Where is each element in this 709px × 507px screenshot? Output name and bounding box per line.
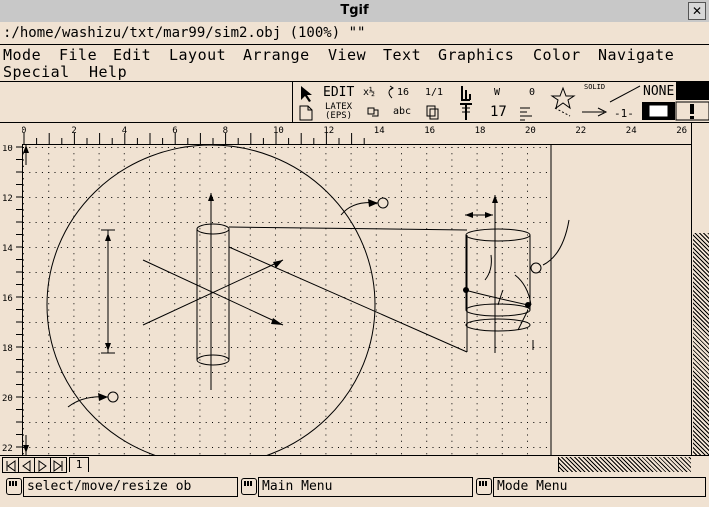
menu-bar: Mode File Edit Layout Arrange View Text … bbox=[0, 45, 709, 82]
width-label[interactable]: W bbox=[494, 87, 500, 98]
menu-file[interactable]: File bbox=[59, 46, 97, 64]
page-bar: 1 bbox=[0, 455, 709, 475]
solid-label[interactable]: SOLID bbox=[584, 83, 605, 91]
force-arrow-1[interactable] bbox=[464, 289, 529, 306]
h-ruler-tick-label: 24 bbox=[626, 126, 637, 136]
justify-icon[interactable] bbox=[520, 107, 532, 121]
tool-bar: EDIT x½ 16 1/1 LATEX (EPS) abc W 17 0 SO… bbox=[0, 82, 709, 123]
h-ruler-tick-label: 16 bbox=[424, 126, 435, 136]
arrow-style-icon[interactable] bbox=[582, 107, 608, 117]
spline-label[interactable]: 0 bbox=[529, 87, 535, 98]
zoom-label[interactable]: x½ bbox=[363, 87, 375, 98]
dash-label[interactable]: -1- bbox=[614, 107, 634, 120]
h-ruler-tick-label: 12 bbox=[323, 126, 334, 136]
v-ruler-tick-label: 12 bbox=[2, 194, 13, 204]
menu-color[interactable]: Color bbox=[533, 46, 581, 64]
width-value[interactable]: 17 bbox=[490, 104, 507, 120]
last-page-button[interactable] bbox=[50, 457, 67, 473]
h-ruler-tick-label: 6 bbox=[172, 126, 177, 136]
new-page-icon[interactable] bbox=[299, 105, 313, 121]
rotate-label[interactable]: 16 bbox=[397, 87, 409, 98]
status-right: Mode Menu bbox=[493, 477, 706, 497]
menu-navigate[interactable]: Navigate bbox=[598, 46, 674, 64]
menu-edit[interactable]: Edit bbox=[113, 46, 151, 64]
menu-special[interactable]: Special bbox=[3, 63, 70, 81]
v-ruler-tick-label: 22 bbox=[2, 444, 13, 454]
window-title: Tgif bbox=[340, 3, 369, 18]
h-ruler-tick-label: 20 bbox=[525, 126, 536, 136]
menu-graphics[interactable]: Graphics bbox=[438, 46, 514, 64]
next-page-button[interactable] bbox=[34, 457, 51, 473]
horizontal-scroll-thumb[interactable] bbox=[558, 457, 691, 472]
v-ruler-tick-label: 10 bbox=[2, 145, 13, 154]
drawing-canvas[interactable] bbox=[23, 145, 691, 455]
status-middle: Main Menu bbox=[258, 477, 473, 497]
mouse-middle-icon bbox=[241, 478, 257, 495]
vertical-scroll-thumb[interactable] bbox=[693, 233, 709, 465]
v-ruler-tick-label: 14 bbox=[2, 244, 13, 254]
h-ruler-tick-label: 8 bbox=[223, 126, 228, 136]
select-arrow-icon[interactable] bbox=[301, 86, 312, 102]
first-page-button[interactable] bbox=[2, 457, 19, 473]
h-ruler-tick-label: 18 bbox=[475, 126, 486, 136]
h-ruler-tick-label: 10 bbox=[273, 126, 284, 136]
menu-layout[interactable]: Layout bbox=[169, 46, 226, 64]
v-ruler-tick-label: 18 bbox=[2, 344, 13, 354]
star-icon[interactable] bbox=[550, 86, 576, 110]
menu-mode[interactable]: Mode bbox=[3, 46, 41, 64]
menu-text[interactable]: Text bbox=[383, 46, 421, 64]
h-ruler-tick-label: 2 bbox=[71, 126, 76, 136]
v-ruler-tick-label: 20 bbox=[2, 394, 13, 404]
ratio-label[interactable]: 1/1 bbox=[425, 87, 443, 98]
cylinder-left[interactable] bbox=[196, 223, 230, 366]
grid-dots bbox=[23, 147, 547, 455]
mouse-right-icon bbox=[476, 478, 492, 495]
file-path: :/home/washizu/txt/mar99/sim2.obj (100%)… bbox=[3, 25, 366, 41]
menu-help[interactable]: Help bbox=[89, 63, 127, 81]
fill-black-swatch[interactable] bbox=[676, 82, 709, 100]
top-connector[interactable] bbox=[228, 226, 468, 231]
align-icon[interactable] bbox=[461, 86, 471, 101]
horizontal-ruler: 0 2 4 6 8 10 12 14 16 18 20 22 24 26 bbox=[22, 123, 691, 145]
vertical-ruler: 10 12 14 16 18 20 22 bbox=[0, 145, 23, 455]
fill-none-label[interactable]: NONE bbox=[643, 84, 674, 99]
mouse-left-icon bbox=[6, 478, 22, 495]
title-bar[interactable]: Tgif ✕ bbox=[0, 0, 709, 23]
pointer-curve-right[interactable] bbox=[542, 219, 570, 266]
dashed-line-icon[interactable] bbox=[554, 107, 571, 117]
tgif-window: Tgif ✕ :/home/washizu/txt/mar99/sim2.obj… bbox=[0, 0, 709, 507]
h-ruler-tick-label: 14 bbox=[374, 126, 385, 136]
menu-arrange[interactable]: Arrange bbox=[243, 46, 310, 64]
h-ruler-tick-label: 22 bbox=[575, 126, 586, 136]
status-bar: select/move/resize ob Main Menu Mode Men… bbox=[0, 474, 709, 507]
file-path-bar: :/home/washizu/txt/mar99/sim2.obj (100%)… bbox=[0, 22, 709, 45]
h-ruler-tick-label: 26 bbox=[676, 126, 687, 136]
prev-page-button[interactable] bbox=[18, 457, 35, 473]
alert-icon[interactable] bbox=[690, 104, 694, 114]
pages-icon[interactable] bbox=[426, 105, 439, 120]
diagonal-connector[interactable] bbox=[228, 246, 468, 353]
text-abc-label[interactable]: abc bbox=[393, 106, 411, 117]
close-icon[interactable]: ✕ bbox=[688, 2, 706, 20]
vertical-scrollbar[interactable] bbox=[691, 123, 709, 465]
edit-mode-label[interactable]: EDIT bbox=[323, 85, 354, 100]
v-ruler-tick-label: 16 bbox=[2, 294, 13, 304]
text-box-icon[interactable] bbox=[367, 107, 379, 117]
h-ruler-tick-label: 0 bbox=[22, 126, 26, 136]
menu-view[interactable]: View bbox=[328, 46, 366, 64]
line-slope-icon[interactable] bbox=[609, 85, 641, 103]
page-tab[interactable]: 1 bbox=[69, 457, 89, 472]
status-left: select/move/resize ob bbox=[23, 477, 238, 497]
h-ruler-tick-label: 4 bbox=[122, 126, 127, 136]
eps-label[interactable]: (EPS) bbox=[325, 111, 352, 121]
